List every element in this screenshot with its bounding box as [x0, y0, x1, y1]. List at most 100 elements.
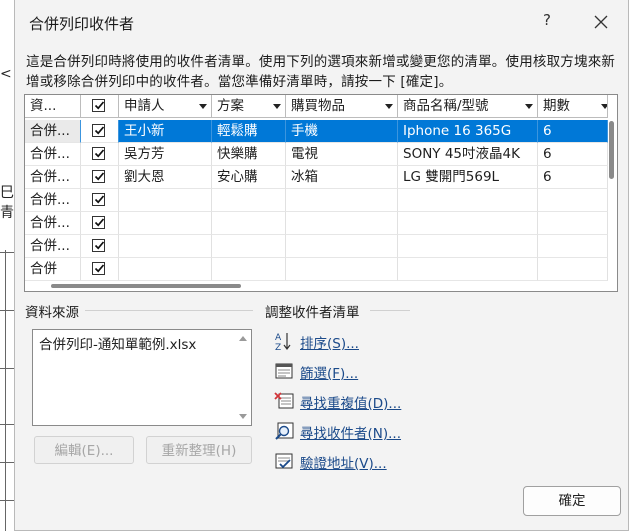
cell-source[interactable]: 合併	[25, 258, 81, 281]
cell-value: Iphone 16 365G	[403, 123, 512, 139]
cell-plan[interactable]	[212, 212, 286, 235]
cell-plan[interactable]	[212, 235, 286, 258]
table-row[interactable]: 合併	[25, 258, 608, 281]
table-row[interactable]: 合併...	[25, 235, 608, 258]
cell-item[interactable]: 電視	[286, 143, 398, 166]
background-table-line	[0, 424, 14, 425]
cell-item[interactable]	[286, 212, 398, 235]
column-header-item[interactable]: 購買物品	[286, 95, 398, 118]
refresh-button[interactable]: 重新整理(H)	[146, 436, 252, 464]
cell-applicant[interactable]	[119, 258, 212, 281]
data-source-list[interactable]: 合併列印-通知單範例.xlsx	[32, 329, 252, 426]
check-icon	[94, 126, 105, 135]
cell-source[interactable]: 合併...	[25, 235, 81, 258]
column-header-applicant[interactable]: 申請人	[119, 95, 212, 118]
cell-source[interactable]: 合併...	[25, 189, 81, 212]
dropdown-arrow-icon[interactable]	[385, 104, 393, 109]
cell-applicant[interactable]	[119, 235, 212, 258]
cell-model[interactable]	[398, 235, 538, 258]
sort-link-label[interactable]: 排序(S)...	[300, 332, 359, 352]
cell-item[interactable]: 手機	[286, 120, 398, 143]
cell-periods[interactable]	[538, 212, 608, 235]
close-button[interactable]	[589, 10, 613, 34]
table-row[interactable]: 合併... 劉大恩 安心購 冰箱 LG 雙開門569L 6	[25, 166, 608, 189]
cell-model[interactable]: Iphone 16 365G	[398, 120, 538, 143]
table-row[interactable]: 合併...	[25, 212, 608, 235]
cell-model[interactable]	[398, 258, 538, 281]
cell-periods[interactable]	[538, 189, 608, 212]
cell-periods[interactable]: 6	[538, 143, 608, 166]
svg-text:Z: Z	[275, 343, 281, 352]
table-row[interactable]: 合併... 王小新 輕鬆購 手機 Iphone 16 365G 6	[25, 120, 608, 143]
include-recipient-checkbox[interactable]	[92, 193, 105, 206]
column-header-checkbox[interactable]	[81, 95, 119, 118]
include-recipient-checkbox[interactable]	[92, 147, 105, 160]
table-row[interactable]: 合併...	[25, 189, 608, 212]
dropdown-arrow-icon[interactable]	[199, 104, 207, 109]
vertical-scrollbar[interactable]	[609, 121, 614, 179]
filter-link-label[interactable]: 篩選(F)...	[300, 362, 358, 382]
dialog-title: 合併列印收件者	[29, 15, 135, 33]
cell-periods[interactable]	[538, 258, 608, 281]
cell-periods[interactable]: 6	[538, 120, 608, 143]
cell-applicant[interactable]: 吳方芳	[119, 143, 212, 166]
cell-applicant[interactable]	[119, 212, 212, 235]
horizontal-scrollbar[interactable]	[51, 284, 241, 288]
dropdown-arrow-icon[interactable]	[601, 104, 607, 109]
title-bar: 合併列印收件者 ?	[15, 0, 628, 44]
help-button[interactable]: ?	[537, 11, 557, 33]
select-all-checkbox[interactable]	[92, 99, 105, 112]
cell-source[interactable]: 合併...	[25, 166, 81, 189]
cell-applicant[interactable]	[119, 189, 212, 212]
cell-source[interactable]: 合併...	[25, 143, 81, 166]
include-recipient-checkbox[interactable]	[92, 262, 105, 275]
cell-model[interactable]: LG 雙開門569L	[398, 166, 538, 189]
cell-plan[interactable]: 安心購	[212, 166, 286, 189]
data-source-file[interactable]: 合併列印-通知單範例.xlsx	[39, 333, 196, 353]
cell-applicant[interactable]: 王小新	[119, 120, 212, 143]
cell-plan[interactable]: 快樂購	[212, 143, 286, 166]
cell-value: 合併...	[30, 123, 70, 139]
cell-plan[interactable]	[212, 189, 286, 212]
cell-source[interactable]: 合併...	[25, 120, 81, 143]
include-recipient-checkbox[interactable]	[92, 170, 105, 183]
cell-item[interactable]	[286, 235, 398, 258]
column-header-plan[interactable]: 方案	[212, 95, 286, 118]
cell-source[interactable]: 合併...	[25, 212, 81, 235]
find-recipient-link-label[interactable]: 尋找收件者(N)...	[300, 422, 401, 442]
cell-item[interactable]: 冰箱	[286, 166, 398, 189]
validate-address-link-label[interactable]: 驗證地址(V)...	[300, 452, 387, 472]
cell-model[interactable]: SONY 45吋液晶4K	[398, 143, 538, 166]
column-header-source[interactable]: 資...	[25, 95, 81, 118]
cell-value: 劉大恩	[124, 169, 165, 185]
cell-item[interactable]	[286, 189, 398, 212]
find-duplicates-icon	[274, 392, 294, 409]
dropdown-arrow-icon[interactable]	[273, 104, 281, 109]
check-icon	[94, 101, 105, 110]
data-source-label: 資料來源	[25, 301, 83, 321]
column-header-model[interactable]: 商品名稱/型號	[398, 95, 538, 118]
cell-applicant[interactable]: 劉大恩	[119, 166, 212, 189]
dropdown-arrow-icon[interactable]	[525, 104, 533, 109]
scroll-up-icon[interactable]	[239, 336, 247, 341]
edit-button[interactable]: 編輯(E)...	[34, 436, 134, 464]
cell-model[interactable]	[398, 189, 538, 212]
check-icon	[94, 172, 105, 181]
include-recipient-checkbox[interactable]	[92, 239, 105, 252]
cell-value: 王小新	[124, 123, 165, 139]
cell-model[interactable]	[398, 212, 538, 235]
find-duplicates-link-label[interactable]: 尋找重複值(D)...	[300, 392, 401, 412]
recipient-table[interactable]: 資... 申請人 方案 購買物品 商品名稱/型號 期數 合併... 王小新 輕鬆購 手…	[24, 94, 618, 292]
cell-item[interactable]	[286, 258, 398, 281]
cell-plan[interactable]: 輕鬆購	[212, 120, 286, 143]
ok-button[interactable]: 確定	[523, 486, 621, 516]
cell-periods[interactable]	[538, 235, 608, 258]
column-header-periods[interactable]: 期數	[538, 95, 608, 118]
scroll-down-icon[interactable]	[239, 414, 247, 419]
cell-periods[interactable]: 6	[538, 166, 608, 189]
include-recipient-checkbox[interactable]	[92, 124, 105, 137]
cell-plan[interactable]	[212, 258, 286, 281]
include-recipient-checkbox[interactable]	[92, 216, 105, 229]
cell-value: 吳方芳	[124, 146, 165, 162]
table-row[interactable]: 合併... 吳方芳 快樂購 電視 SONY 45吋液晶4K 6	[25, 143, 608, 166]
